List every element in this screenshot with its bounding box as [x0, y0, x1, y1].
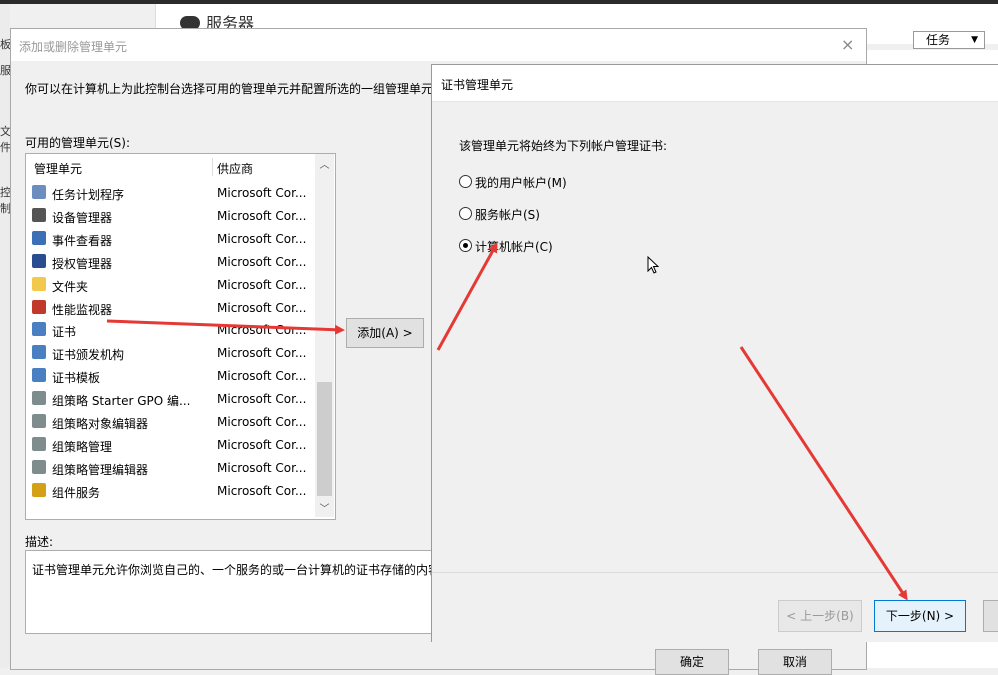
- snapin-name: 证书颁发机构: [52, 348, 125, 363]
- radio-dot: [463, 243, 468, 248]
- radio-circle: [459, 175, 472, 188]
- clock-icon: [32, 185, 46, 199]
- snapin-list[interactable]: 管理单元 供应商 任务计划程序 Microsoft Cor... 设备管理器 Micr…: [25, 153, 336, 520]
- account-prompt: 该管理单元将始终为下列帐户管理证书:: [459, 139, 668, 153]
- snapin-vendor: Microsoft Cor...: [217, 369, 307, 384]
- snapin-name: 文件夹: [52, 279, 89, 294]
- snapin-name: 组策略 Starter GPO 编...: [52, 394, 191, 409]
- scroll-thumb[interactable]: [317, 382, 332, 496]
- radio-label: 计算机帐户(C): [475, 240, 553, 254]
- certificate-icon: [32, 322, 46, 337]
- snapin-vendor: Microsoft Cor...: [217, 208, 307, 223]
- snapin-row[interactable]: 证书 Microsoft Cor...: [30, 318, 312, 341]
- radio-circle-selected: [459, 239, 472, 252]
- snapin-name: 授权管理器: [52, 256, 113, 271]
- snapin-vendor: Microsoft Cor...: [217, 346, 307, 361]
- group-policy-icon: [32, 414, 46, 428]
- snapin-row[interactable]: 组策略 Starter GPO 编... Microsoft Cor...: [30, 387, 312, 410]
- snapin-row[interactable]: 文件夹 Microsoft Cor...: [30, 273, 312, 296]
- list-scrollbar[interactable]: ︿ ﹀: [315, 154, 334, 517]
- dialog-title: 添加或删除管理单元: [19, 40, 128, 54]
- snapin-row[interactable]: 授权管理器 Microsoft Cor...: [30, 250, 312, 273]
- snapin-vendor: Microsoft Cor...: [217, 254, 307, 269]
- certificate-snapin-dialog: 证书管理单元 该管理单元将始终为下列帐户管理证书: 我的用户帐户(M) 服务帐户…: [431, 64, 998, 642]
- device-manager-icon: [32, 207, 46, 222]
- radio-circle: [459, 207, 472, 220]
- snapin-row[interactable]: 组策略管理 Microsoft Cor...: [30, 433, 312, 456]
- snapin-vendor: Microsoft Cor...: [217, 186, 307, 200]
- chevron-down-icon: ▼: [971, 35, 978, 45]
- cancel-button[interactable]: 取消: [758, 649, 832, 675]
- description-box: 证书管理单元允许你浏览自己的、一个服务的或一台计算机的证书存储的内容。: [25, 550, 437, 634]
- snapin-name: 组策略管理: [52, 439, 113, 454]
- certification-authority-icon: [32, 345, 46, 360]
- snapin-vendor: Microsoft Cor...: [217, 415, 307, 429]
- snapin-row[interactable]: 组件服务 Microsoft Cor...: [30, 479, 312, 502]
- snapin-vendor: Microsoft Cor...: [217, 460, 307, 475]
- ok-button[interactable]: 确定: [655, 649, 729, 675]
- snapin-row[interactable]: 任务计划程序 Microsoft Cor...: [30, 181, 312, 204]
- performance-monitor-icon: [32, 299, 46, 314]
- mouse-cursor-icon: [647, 256, 660, 274]
- snapin-vendor: Microsoft Cor...: [217, 483, 307, 498]
- intro-text: 你可以在计算机上为此控制台选择可用的管理单元并配置所选的一组管理单元。: [25, 82, 446, 96]
- tasks-dropdown-label: 任务: [926, 33, 951, 47]
- radio-label: 服务帐户(S): [475, 208, 540, 222]
- radio-label: 我的用户帐户(M): [475, 176, 567, 190]
- group-policy-icon: [32, 391, 46, 406]
- tasks-dropdown[interactable]: 任务 ▼: [913, 31, 985, 49]
- scroll-down-icon[interactable]: ﹀: [315, 500, 334, 515]
- snapin-name: 证书模板: [52, 371, 101, 386]
- snapin-row[interactable]: 组策略管理编辑器 Microsoft Cor...: [30, 456, 312, 479]
- background-left-strip: 板 服 文件 控制: [0, 4, 11, 668]
- cert-dialog-titlebar: 证书管理单元: [432, 65, 998, 102]
- add-button[interactable]: 添加(A) >: [346, 318, 424, 348]
- description-label: 描述:: [25, 535, 54, 549]
- back-button[interactable]: < 上一步(B): [778, 600, 862, 632]
- close-icon[interactable]: ×: [841, 35, 854, 54]
- available-snapins-label: 可用的管理单元(S):: [25, 136, 131, 150]
- cert-dialog-title: 证书管理单元: [441, 78, 514, 92]
- snapin-name: 组策略对象编辑器: [52, 417, 149, 431]
- description-text: 证书管理单元允许你浏览自己的、一个服务的或一台计算机的证书存储的内容。: [32, 563, 437, 577]
- snapin-row[interactable]: 组策略对象编辑器 Microsoft Cor...: [30, 410, 312, 433]
- column-divider: [212, 158, 213, 176]
- column-header-name[interactable]: 管理单元: [34, 160, 82, 177]
- snapin-row[interactable]: 证书模板 Microsoft Cor...: [30, 364, 312, 387]
- snapin-row[interactable]: 性能监视器 Microsoft Cor...: [30, 296, 312, 319]
- snapin-name: 性能监视器: [52, 302, 113, 317]
- next-button[interactable]: 下一步(N) >: [874, 600, 966, 632]
- certificate-template-icon: [32, 368, 46, 383]
- cert-dialog-body: 该管理单元将始终为下列帐户管理证书: 我的用户帐户(M) 服务帐户(S) 计算机…: [432, 102, 998, 572]
- snapin-row[interactable]: 证书颁发机构 Microsoft Cor...: [30, 341, 312, 364]
- authorization-manager-icon: [32, 253, 46, 268]
- component-services-icon: [32, 482, 46, 497]
- snapin-name: 任务计划程序: [52, 188, 125, 202]
- snapin-name: 事件查看器: [52, 233, 113, 248]
- cert-dialog-footer: < 上一步(B) 下一步(N) >: [432, 572, 998, 642]
- scroll-up-icon[interactable]: ︿: [315, 156, 334, 171]
- snapin-vendor: Microsoft Cor...: [217, 277, 307, 292]
- snapin-row[interactable]: 事件查看器 Microsoft Cor...: [30, 227, 312, 250]
- dialog-titlebar: 添加或删除管理单元 ×: [11, 29, 866, 61]
- snapin-vendor: Microsoft Cor...: [217, 437, 307, 452]
- snapin-vendor: Microsoft Cor...: [217, 231, 307, 246]
- event-viewer-icon: [32, 230, 46, 245]
- group-policy-icon: [32, 459, 46, 474]
- snapin-vendor: Microsoft Cor...: [217, 300, 307, 315]
- snapin-name: 组件服务: [52, 485, 101, 500]
- snapin-name: 证书: [52, 325, 77, 340]
- folder-icon: [32, 276, 46, 291]
- snapin-vendor: Microsoft Cor...: [217, 392, 307, 407]
- group-policy-management-icon: [32, 436, 46, 451]
- snapin-name: 组策略管理编辑器: [52, 462, 149, 477]
- column-header-vendor[interactable]: 供应商: [217, 160, 253, 177]
- snapin-name: 设备管理器: [52, 210, 113, 225]
- snapin-row[interactable]: 设备管理器 Microsoft Cor...: [30, 204, 312, 227]
- snapin-vendor: Microsoft Cor...: [217, 323, 307, 338]
- wizard-cancel-button-partial[interactable]: [983, 600, 998, 632]
